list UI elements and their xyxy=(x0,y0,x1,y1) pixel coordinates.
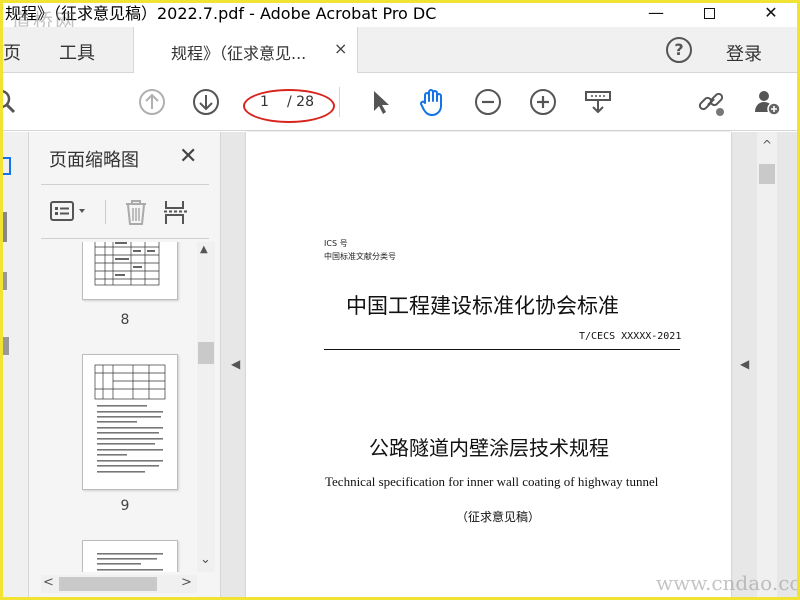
collapse-right-pane-button[interactable]: ◀ xyxy=(740,357,749,371)
share-link-icon[interactable] xyxy=(696,87,726,117)
watermark-bottom: www.cndao.com xyxy=(656,571,797,595)
classification-number: 中国标准文献分类号 xyxy=(324,252,396,261)
toolbar-separator xyxy=(339,87,340,117)
add-user-icon[interactable] xyxy=(752,87,782,117)
standard-organization-title: 中国工程建设标准化协会标准 xyxy=(346,294,619,318)
search-icon[interactable] xyxy=(3,87,21,117)
panel-tools xyxy=(29,188,221,238)
scroll-up-button[interactable]: ▲ xyxy=(200,244,208,255)
login-button[interactable]: 登录 xyxy=(726,40,762,66)
tab-document[interactable]: 规程》（征求意见... × xyxy=(133,27,358,73)
thumbnail-label-9: 9 xyxy=(120,498,130,514)
maximize-button[interactable] xyxy=(686,3,732,27)
thumbnail-content xyxy=(97,553,163,571)
scroll-thumb[interactable] xyxy=(198,342,214,364)
tab-home[interactable]: 主页 xyxy=(3,39,21,65)
select-cursor-icon[interactable] xyxy=(365,87,395,117)
thumbnail-label-8: 8 xyxy=(120,312,130,328)
page-thumbnail-9[interactable] xyxy=(82,354,178,490)
annotation-circle xyxy=(243,89,335,123)
toolbar: 1 / 28 xyxy=(3,73,797,131)
thumbnail-content xyxy=(94,242,160,286)
layers-icon[interactable] xyxy=(3,337,9,355)
document-title-en: Technical specification for inner wall c… xyxy=(325,474,659,489)
minimize-button[interactable]: — xyxy=(633,3,679,27)
header-rule xyxy=(324,349,680,350)
acrobat-window: 规程》（征求意见稿）2022.7.pdf - Adobe Acrobat Pro… xyxy=(3,3,797,597)
scroll-left-button[interactable]: < xyxy=(43,575,54,590)
bookmarks-icon[interactable] xyxy=(3,212,7,242)
doc-scroll-thumb[interactable] xyxy=(759,164,775,184)
zoom-out-icon[interactable] xyxy=(473,87,503,117)
delete-page-icon[interactable] xyxy=(123,198,149,226)
page-display-icon[interactable] xyxy=(583,87,613,117)
thumbnail-horizontal-scrollbar[interactable]: < > xyxy=(41,575,197,593)
thumbnail-list: 8 9 xyxy=(29,242,221,572)
help-icon[interactable]: ? xyxy=(666,37,692,63)
hand-tool-icon[interactable] xyxy=(417,87,447,117)
document-title-cn: 公路隧道内壁涂层技术规程 xyxy=(369,436,609,460)
document-vertical-scrollbar[interactable]: ^ xyxy=(757,132,777,597)
navigation-rail xyxy=(3,132,29,597)
panel-title: 页面缩略图 xyxy=(49,150,139,171)
page-thumbnail-8[interactable] xyxy=(82,242,178,300)
scroll-down-button[interactable]: ⌄ xyxy=(200,552,211,567)
attachments-icon[interactable] xyxy=(3,272,7,290)
tools-separator xyxy=(105,200,106,224)
close-window-button[interactable]: ✕ xyxy=(748,3,794,27)
standard-code: T/CECS XXXXX-2021 xyxy=(579,331,682,342)
tab-tools[interactable]: 工具 xyxy=(59,39,95,65)
page-thumbnails-panel: 页面缩略图 ✕ 8 9 ▲ ⌄ < > xyxy=(29,132,221,597)
scroll-thumb-horizontal[interactable] xyxy=(59,577,157,591)
draft-stage-label: （征求意见稿） xyxy=(456,510,541,524)
close-tab-button[interactable]: × xyxy=(334,39,347,58)
page-thumbnails-icon[interactable] xyxy=(3,156,13,178)
doc-scroll-up-button[interactable]: ^ xyxy=(762,138,772,152)
pdf-page: ICS 号 中国标准文献分类号 中国工程建设标准化协会标准 T/CECS XXX… xyxy=(246,132,731,597)
document-tab-label: 规程》（征求意见... xyxy=(171,44,307,63)
options-menu-icon[interactable] xyxy=(49,200,93,224)
close-panel-button[interactable]: ✕ xyxy=(179,144,197,169)
thumbnail-content xyxy=(94,364,166,473)
extract-pages-icon[interactable] xyxy=(163,198,189,226)
page-thumbnail-10[interactable] xyxy=(82,540,178,572)
panel-divider-2 xyxy=(41,238,209,239)
title-bar: 规程》（征求意见稿）2022.7.pdf - Adobe Acrobat Pro… xyxy=(3,3,797,27)
ics-number: ICS 号 xyxy=(324,239,348,248)
previous-page-icon[interactable] xyxy=(137,87,167,117)
next-page-icon[interactable] xyxy=(191,87,221,117)
tab-bar: 主页 工具 规程》（征求意见... × ? 登录 xyxy=(3,27,797,73)
maximize-icon xyxy=(703,8,715,19)
document-view[interactable]: ◀ ICS 号 中国标准文献分类号 中国工程建设标准化协会标准 T/CECS X… xyxy=(221,132,797,597)
zoom-in-icon[interactable] xyxy=(528,87,558,117)
scroll-right-button[interactable]: > xyxy=(181,575,192,590)
collapse-left-pane-button[interactable]: ◀ xyxy=(231,357,240,371)
panel-divider xyxy=(41,184,209,185)
thumbnail-vertical-scrollbar[interactable]: ▲ ⌄ xyxy=(197,242,215,572)
